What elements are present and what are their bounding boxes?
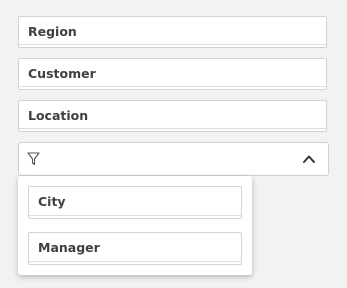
dropdown-item-label: City — [38, 194, 66, 209]
field-underline — [29, 261, 241, 262]
field-label: Location — [28, 108, 89, 123]
filter-dropdown-menu: City Manager — [18, 176, 252, 275]
chevron-up-icon[interactable] — [302, 153, 316, 165]
field-underline — [29, 215, 241, 216]
dropdown-item-city[interactable]: City — [28, 186, 242, 219]
field-customer[interactable]: Customer — [18, 58, 327, 90]
funnel-icon — [27, 152, 40, 166]
field-region[interactable]: Region — [18, 16, 327, 48]
field-underline — [19, 44, 326, 45]
dropdown-item-manager[interactable]: Manager — [28, 232, 242, 265]
field-location[interactable]: Location — [18, 100, 327, 132]
dropdown-item-label: Manager — [38, 240, 100, 255]
field-underline — [19, 128, 326, 129]
field-label: Region — [28, 24, 77, 39]
field-label: Customer — [28, 66, 96, 81]
filter-dropdown-toggle[interactable] — [18, 142, 329, 176]
field-underline — [19, 86, 326, 87]
